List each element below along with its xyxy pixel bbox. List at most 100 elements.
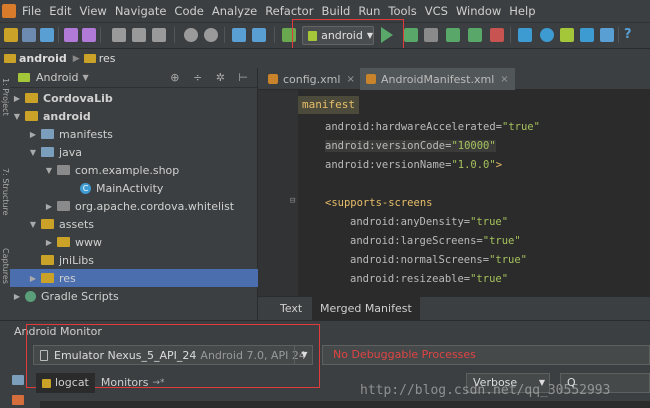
breadcrumb-item-res[interactable]: res — [99, 52, 116, 65]
folder-icon — [41, 219, 54, 229]
tool-window-captures[interactable]: Captures — [0, 248, 10, 284]
collapse-arrow-icon[interactable]: ▼ — [12, 112, 22, 121]
replace-icon[interactable] — [204, 28, 218, 42]
expand-arrow-icon[interactable]: ▶ — [44, 238, 54, 247]
code-line: android:largeScreens="true" — [350, 235, 521, 247]
tree-item-gradle-scripts[interactable]: ▶ Gradle Scripts — [10, 287, 258, 305]
tree-item-cordovalib[interactable]: ▶ CordovaLib — [10, 89, 258, 107]
save-icon[interactable] — [22, 28, 36, 42]
collapse-arrow-icon[interactable]: ▼ — [28, 220, 38, 229]
copy-icon[interactable] — [132, 28, 146, 42]
paste-icon[interactable] — [152, 28, 166, 42]
tab-config-xml[interactable]: config.xml × — [262, 68, 361, 90]
toolbar-separator — [618, 27, 619, 43]
menu-navigate[interactable]: Navigate — [115, 4, 173, 18]
redo-icon[interactable] — [82, 28, 96, 42]
tab-androidmanifest-xml[interactable]: AndroidManifest.xml × — [360, 68, 515, 90]
menu-build[interactable]: Build — [321, 4, 356, 18]
tree-item-mainactivity[interactable]: C MainActivity — [10, 179, 258, 197]
gradle-icon — [25, 290, 36, 302]
find-icon[interactable] — [184, 28, 198, 42]
chevron-down-icon[interactable]: ▼ — [83, 73, 89, 82]
stop-icon[interactable] — [490, 28, 504, 42]
tab-text[interactable]: Text — [272, 297, 310, 321]
tab-logcat[interactable]: logcat — [36, 373, 95, 393]
logcat-output — [40, 401, 650, 408]
code-editor[interactable]: manifest android:hardwareAccelerated="tr… — [258, 90, 650, 296]
menu-run[interactable]: Run — [358, 4, 386, 18]
sync-icon[interactable] — [40, 28, 54, 42]
close-icon[interactable]: × — [500, 74, 508, 85]
tree-item-www[interactable]: ▶ www — [10, 233, 258, 251]
screen-capture-icon[interactable] — [12, 375, 24, 385]
folder-icon — [83, 54, 96, 63]
menu-code[interactable]: Code — [174, 4, 209, 18]
apply-changes-icon[interactable] — [446, 28, 460, 42]
tool-window-structure[interactable]: 7: Structure — [0, 168, 10, 216]
coverage-icon[interactable] — [424, 28, 438, 42]
tree-item-com-example-shop[interactable]: ▼ com.example.shop — [10, 161, 258, 179]
tree-item-android[interactable]: ▼ android — [10, 107, 258, 125]
left-tool-strip: 1: Project 7: Structure Captures — [0, 68, 10, 320]
tool-window-project[interactable]: 1: Project — [0, 78, 10, 116]
tree-item-manifests[interactable]: ▶ manifests — [10, 125, 258, 143]
toolbar-separator — [174, 27, 175, 43]
menu-view[interactable]: View — [80, 4, 113, 18]
folder-icon — [41, 255, 54, 265]
collapse-arrow-icon[interactable]: ▼ — [44, 166, 54, 175]
menu-edit[interactable]: Edit — [49, 4, 77, 18]
menu-vcs[interactable]: VCS — [425, 4, 454, 18]
project-view-select[interactable]: Android — [36, 71, 79, 84]
undo-icon[interactable] — [64, 28, 78, 42]
module-folder-icon — [25, 93, 38, 103]
tab-label: config.xml — [283, 72, 341, 86]
watermark: http://blog.csdn.net/qq_30552993 — [360, 383, 611, 398]
code-line: android:hardwareAccelerated="true" — [325, 121, 540, 133]
tab-monitors[interactable]: Monitors →* — [95, 373, 171, 393]
xml-breadcrumb-tag[interactable]: manifest — [298, 96, 359, 114]
gradle-sync-icon[interactable] — [518, 28, 532, 42]
panel-header-icons[interactable]: ⊕ ÷ ✲ ⊢ — [170, 71, 257, 84]
forward-arrow-icon[interactable] — [252, 28, 266, 42]
menu-refactor[interactable]: Refactor — [265, 4, 319, 18]
back-arrow-icon[interactable] — [232, 28, 246, 42]
expand-arrow-icon[interactable]: ▶ — [28, 274, 38, 283]
pin-arrow-icon: →* — [152, 378, 165, 388]
tree-item-org-apache-cordova-whitelist[interactable]: ▶ org.apache.cordova.whitelist — [10, 197, 258, 215]
attach-debugger-icon[interactable] — [468, 28, 482, 42]
code-line: android:versionName="1.0.0"> — [325, 159, 503, 171]
menu-help[interactable]: Help — [509, 4, 541, 18]
fold-marker-icon[interactable]: ⊟ — [290, 196, 295, 206]
debug-icon[interactable] — [404, 28, 418, 42]
sdk-manager-icon[interactable] — [560, 28, 574, 42]
avd-manager-icon[interactable] — [540, 28, 554, 42]
package-icon — [57, 165, 70, 175]
code-line: android:resizeable="true" — [350, 273, 509, 285]
open-folder-icon[interactable] — [4, 28, 18, 42]
project-panel: Android ▼ ⊕ ÷ ✲ ⊢ ▶ CordovaLib ▼ android… — [10, 68, 258, 320]
close-icon[interactable]: × — [346, 74, 354, 85]
menu-window[interactable]: Window — [456, 4, 507, 18]
tab-merged-manifest[interactable]: Merged Manifest — [312, 297, 420, 321]
expand-arrow-icon[interactable]: ▶ — [28, 130, 38, 139]
tree-item-jnilibs[interactable]: jniLibs — [10, 251, 258, 269]
expand-arrow-icon[interactable]: ▶ — [12, 94, 22, 103]
code-line: android:versionCode="10000" — [325, 140, 496, 152]
tree-item-assets[interactable]: ▼ assets — [10, 215, 258, 233]
clear-log-icon[interactable] — [12, 395, 24, 405]
cut-icon[interactable] — [112, 28, 126, 42]
expand-arrow-icon[interactable]: ▶ — [44, 202, 54, 211]
expand-arrow-icon[interactable]: ▶ — [12, 292, 22, 301]
tree-item-res[interactable]: ▶ res — [10, 269, 258, 287]
tree-item-java[interactable]: ▼ java — [10, 143, 258, 161]
menu-tools[interactable]: Tools — [388, 4, 422, 18]
help-icon[interactable]: ? — [624, 28, 638, 42]
menu-analyze[interactable]: Analyze — [212, 4, 263, 18]
breadcrumb-item-android[interactable]: android — [19, 52, 67, 65]
menu-file[interactable]: File — [22, 4, 47, 18]
device-monitor-icon[interactable] — [600, 28, 614, 42]
collapse-arrow-icon[interactable]: ▼ — [28, 148, 38, 157]
project-structure-icon[interactable] — [580, 28, 594, 42]
editor-tab-bar: config.xml × AndroidManifest.xml × — [258, 68, 650, 90]
process-select[interactable]: No Debuggable Processes — [322, 345, 650, 365]
